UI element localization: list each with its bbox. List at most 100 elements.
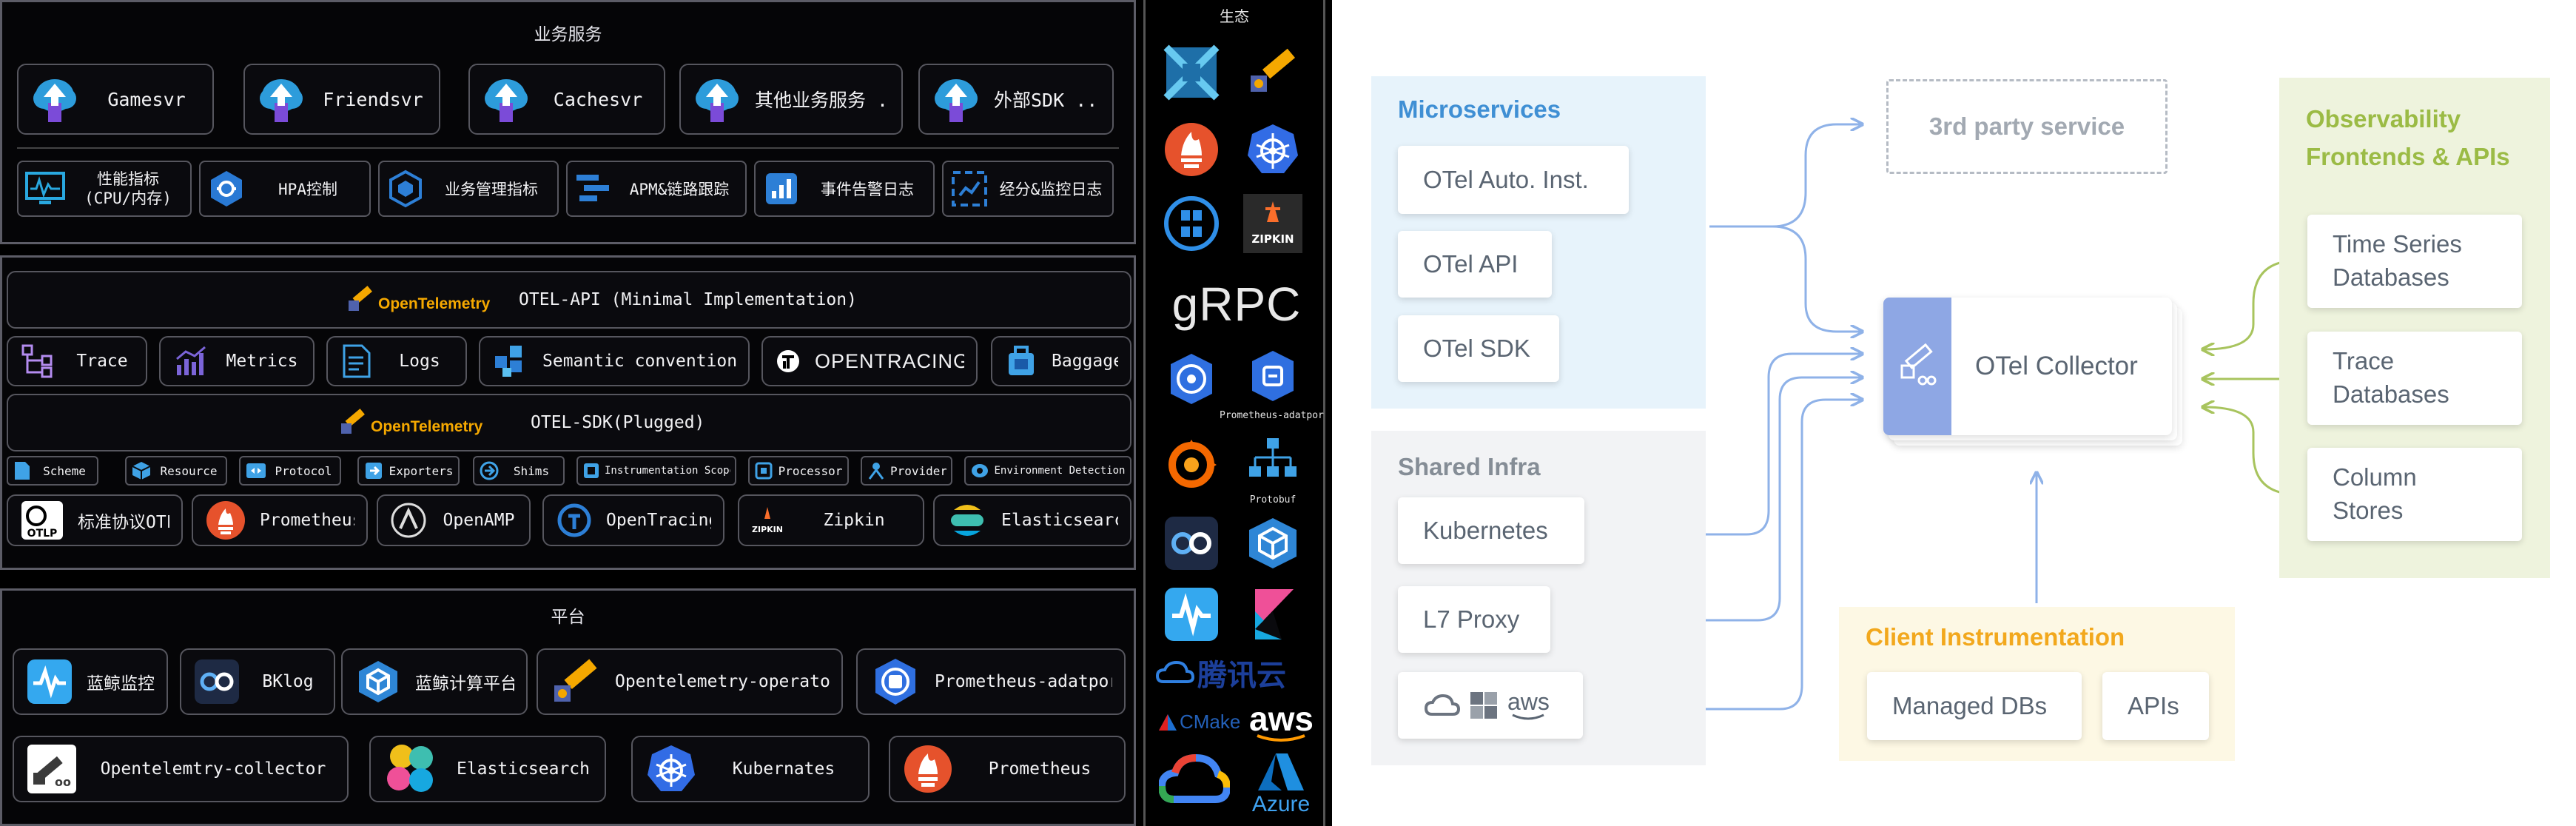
tool-label: 业务管理指标 xyxy=(445,181,538,198)
processor-icon xyxy=(754,461,773,480)
platform-item: 蓝鲸计算平台 xyxy=(341,648,528,715)
opentracing-icon xyxy=(775,348,801,375)
tencent-cloud-text: 腾讯云 xyxy=(1197,659,1286,693)
otel-flow-diagram: Microservices OTel Auto. Inst. OTel API … xyxy=(1332,0,2576,826)
otlp-icon: OTLP xyxy=(20,500,64,541)
kubernetes-icon xyxy=(1243,120,1302,179)
tool-card: 性能指标 (CPU/内存) xyxy=(17,161,192,217)
client-instrumentation-title: Client Instrumentation xyxy=(1866,623,2125,651)
observability-group: Observability Frontends & APIs Time Seri… xyxy=(2279,78,2550,578)
column-stores-box: Column Stores xyxy=(2307,448,2522,541)
l7-proxy-box: L7 Proxy xyxy=(1398,586,1550,653)
managed-dbs-box: Managed DBs xyxy=(1867,672,2082,740)
otel-auto-inst-box: OTel Auto. Inst. xyxy=(1398,146,1629,214)
tool-label: HPA控制 xyxy=(278,181,337,198)
tool-label: 经分&监控日志 xyxy=(999,181,1103,198)
client-instrumentation-group: Client Instrumentation Managed DBs APIs xyxy=(1839,607,2235,761)
opentelemetry-logo: OpenTelemetry xyxy=(338,406,482,438)
sdk-item-label: Exporters xyxy=(389,463,454,478)
platform-item: oo Opentelemtry-collector xyxy=(13,736,349,802)
bk-monitor-icon xyxy=(1162,585,1221,644)
exporter-item: OpenTracing xyxy=(542,494,724,546)
platform-label: Elasticsearch xyxy=(456,759,590,779)
tool-label: 事件告警日志 xyxy=(821,181,914,198)
business-panel: 业务服务 Gamesvr Friendsvr Cachesvr 其他业务服务 .… xyxy=(0,0,1136,244)
bcs-icon xyxy=(1162,194,1221,253)
otel-sdk-title: OTEL-SDK(Plugged) xyxy=(531,413,705,432)
prometheus-adaptor-icon xyxy=(1243,346,1302,406)
cloud-upload-icon xyxy=(932,73,981,125)
collector-label: OTel Collector xyxy=(1975,352,2138,380)
sdk-item: Provider xyxy=(861,456,952,486)
platform-item: Opentelemetry-operator xyxy=(537,648,843,715)
zipkin-icon: ZIPKIN xyxy=(751,504,784,537)
resource-cube-icon xyxy=(131,460,152,481)
exporter-label: 标准协议OTLP xyxy=(78,513,169,532)
otel-api-bar: OpenTelemetry OTEL-API (Minimal Implemen… xyxy=(7,271,1131,329)
bk-compute-icon xyxy=(354,658,402,705)
prometheus-adaptor-icon xyxy=(870,656,921,708)
google-cloud-icon xyxy=(1159,752,1230,811)
sdk-item-label: Environment Detection xyxy=(994,465,1126,477)
telescope-icon xyxy=(349,286,372,311)
sdk-item: Resource xyxy=(125,456,227,486)
apis-box: APIs xyxy=(2102,672,2209,740)
tool-card: 业务管理指标 xyxy=(378,161,559,217)
service-card: Gamesvr xyxy=(17,64,214,135)
otel-panel: OpenTelemetry OTEL-API (Minimal Implemen… xyxy=(0,255,1136,570)
exporter-item: OTLP 标准协议OTLP xyxy=(7,494,183,546)
grafana-icon xyxy=(1162,435,1221,494)
sdk-item-label: Scheme xyxy=(43,463,86,478)
scope-icon xyxy=(582,462,600,480)
analytics-log-icon xyxy=(949,169,989,209)
cloud-upload-icon xyxy=(693,73,741,125)
exporter-item: Prometheus xyxy=(192,494,368,546)
shared-infra-group: Shared Infra Kubernetes L7 Proxy aws xyxy=(1371,431,1706,765)
cloud-providers-box: aws xyxy=(1398,672,1583,739)
azure-logo: Azure xyxy=(1249,752,1313,817)
otel-sdk-box: OTel SDK xyxy=(1398,315,1559,382)
prometheus-icon xyxy=(1162,120,1221,179)
provider-icon xyxy=(867,461,886,480)
cmake-text: CMake xyxy=(1180,711,1241,733)
svg-text:ZIPKIN: ZIPKIN xyxy=(752,525,783,534)
observability-title: Observability Frontends & APIs xyxy=(2306,105,2510,171)
kubernetes-box: Kubernetes xyxy=(1398,497,1584,564)
microservices-title: Microservices xyxy=(1398,95,1561,123)
opentelemetry-icon xyxy=(1243,43,1302,102)
opentelemetry-logo: OpenTelemetry xyxy=(346,283,490,315)
kibana-icon xyxy=(1243,585,1302,644)
service-label: Friendsvr xyxy=(323,88,423,110)
sdk-item-label: Resource xyxy=(160,463,218,478)
shared-infra-title: Shared Infra xyxy=(1398,453,1541,480)
third-party-label: 3rd party service xyxy=(1928,113,2125,140)
trace-tree-icon xyxy=(20,343,57,380)
exporter-item: Elasticsearch xyxy=(933,494,1131,546)
cmake-logo: CMake xyxy=(1157,711,1240,733)
tool-label: 性能指标 (CPU/内存) xyxy=(84,169,172,207)
baggage-icon xyxy=(1004,343,1038,380)
bk-monitor-icon xyxy=(26,658,73,705)
business-title: 业务服务 xyxy=(534,25,602,44)
scheme-doc-icon xyxy=(13,460,32,481)
platform-item: Elasticsearch xyxy=(369,736,606,802)
tool-card: APM&链路跟踪 xyxy=(566,161,747,217)
platform-label: Prometheus-adatpor xyxy=(935,672,1112,691)
cloud-upload-icon xyxy=(30,73,79,125)
platform-item: 蓝鲸监控 xyxy=(13,648,168,715)
platform-label: BKlog xyxy=(262,672,314,691)
collector-icon-band xyxy=(1883,298,1951,435)
gitlab-like-icon xyxy=(1162,43,1221,102)
azure-icon xyxy=(1258,753,1304,790)
otel-collector: OTel Collector xyxy=(1883,298,2194,446)
tool-label: APM&链路跟踪 xyxy=(629,181,730,198)
platform-title: 平台 xyxy=(551,608,585,627)
tool-card: 事件告警日志 xyxy=(754,161,935,217)
sdk-item: Exporters xyxy=(357,456,460,486)
time-series-db-box: Time Series Databases xyxy=(2307,215,2522,308)
elasticsearch-icon xyxy=(946,500,988,541)
opentelemetry-logo-text: OpenTelemetry xyxy=(371,418,483,435)
svg-text:oo: oo xyxy=(55,775,71,789)
aws-logo: aws xyxy=(1249,699,1314,743)
service-card: 外部SDK ... xyxy=(918,64,1114,135)
